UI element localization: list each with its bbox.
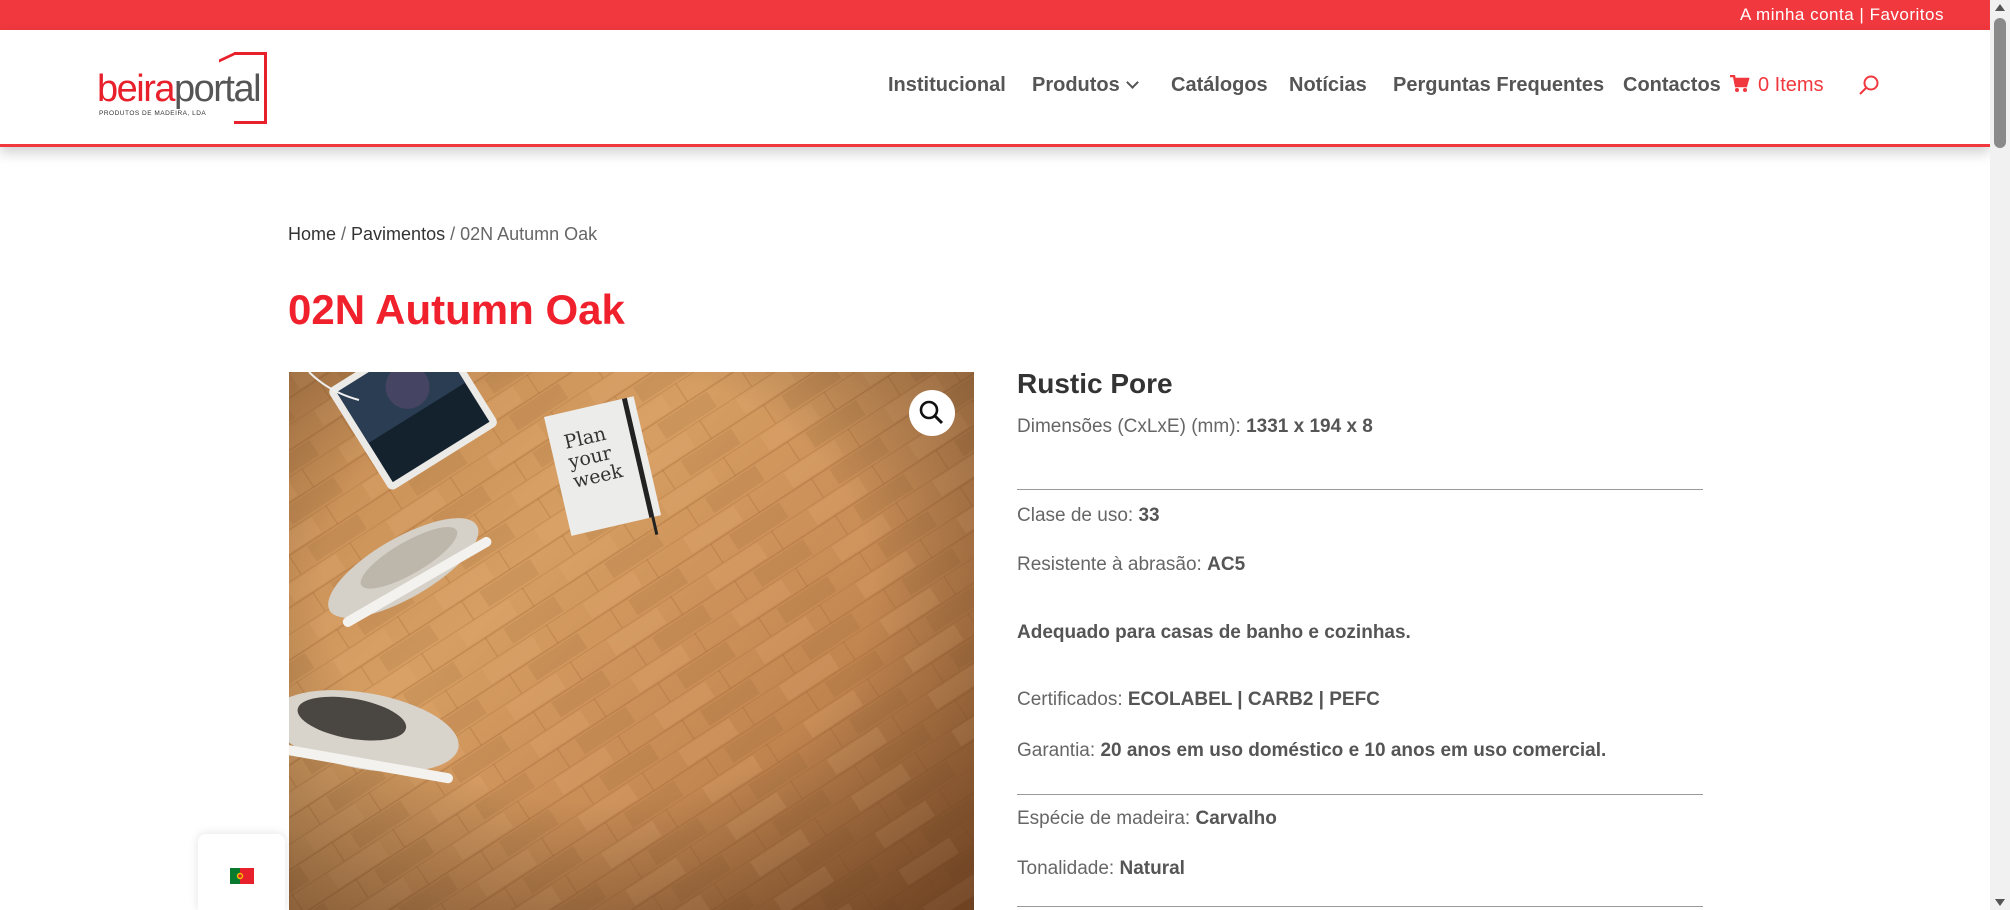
- spec-certificates: Certificados: ECOLABEL | CARB2 | PEFC: [1017, 689, 1380, 710]
- top-bar-links: A minha conta | Favoritos: [1740, 0, 1944, 30]
- zoom-icon: [919, 400, 944, 425]
- breadcrumb-current: 02N Autumn Oak: [460, 224, 598, 244]
- zoom-button[interactable]: [909, 390, 955, 436]
- nav-item-perguntas-frequentes[interactable]: Perguntas Frequentes: [1393, 74, 1604, 97]
- nav-item-institucional[interactable]: Institucional: [888, 74, 1006, 97]
- spec-dimensions: Dimensões (CxLxE) (mm): 1331 x 194 x 8: [1017, 416, 1373, 437]
- breadcrumb-home[interactable]: Home: [288, 224, 336, 244]
- breadcrumb-category[interactable]: Pavimentos: [351, 224, 445, 244]
- chevron-down-icon: [1125, 76, 1139, 89]
- my-account-link[interactable]: A minha conta: [1740, 5, 1854, 24]
- nav-item-noticias[interactable]: Notícias: [1289, 74, 1367, 97]
- main-nav: Institucional Produtos Catálogos Notícia…: [0, 30, 1990, 144]
- breadcrumb-separator: /: [445, 224, 461, 244]
- nav-item-contactos[interactable]: Contactos: [1623, 74, 1721, 97]
- nav-item-catalogos[interactable]: Catálogos: [1171, 74, 1268, 97]
- cart-link[interactable]: 0 Items: [1730, 74, 1824, 97]
- portugal-flag-icon: [230, 868, 254, 884]
- divider: [1017, 794, 1703, 795]
- page-title: 02N Autumn Oak: [288, 286, 625, 333]
- top-bar: A minha conta | Favoritos: [0, 0, 1990, 30]
- product-image[interactable]: Plan your week: [289, 372, 974, 910]
- divider: [1017, 906, 1703, 907]
- spec-suitability: Adequado para casas de banho e cozinhas.: [1017, 622, 1411, 643]
- spec-wood-species: Espécie de madeira: Carvalho: [1017, 808, 1277, 829]
- nav-item-produtos[interactable]: Produtos: [1032, 74, 1139, 97]
- cart-count: 0 Items: [1758, 74, 1824, 96]
- product-subtitle: Rustic Pore: [1017, 368, 1173, 399]
- separator: |: [1859, 5, 1865, 24]
- spec-abrasion: Resistente à abrasão: AC5: [1017, 554, 1246, 575]
- cart-icon: [1730, 74, 1750, 92]
- breadcrumb: Home / Pavimentos / 02N Autumn Oak: [288, 224, 597, 245]
- scrollbar[interactable]: [1990, 0, 2010, 910]
- search-icon[interactable]: [1858, 74, 1880, 96]
- divider: [1017, 489, 1703, 490]
- scroll-up-arrow[interactable]: [1995, 4, 2005, 11]
- spec-warranty: Garantia: 20 anos em uso doméstico e 10 …: [1017, 740, 1607, 761]
- scroll-down-arrow[interactable]: [1995, 899, 2005, 906]
- language-switcher[interactable]: [198, 834, 285, 910]
- floor-photo: Plan your week: [289, 372, 974, 910]
- spec-use-class: Clase de uso: 33: [1017, 505, 1160, 526]
- breadcrumb-separator: /: [336, 224, 352, 244]
- scroll-thumb[interactable]: [1994, 18, 2006, 148]
- spec-tone: Tonalidade: Natural: [1017, 858, 1185, 879]
- site-header: beiraportal PRODUTOS DE MADEIRA, LDA Ins…: [0, 30, 1990, 147]
- favorites-link[interactable]: Favoritos: [1870, 5, 1944, 24]
